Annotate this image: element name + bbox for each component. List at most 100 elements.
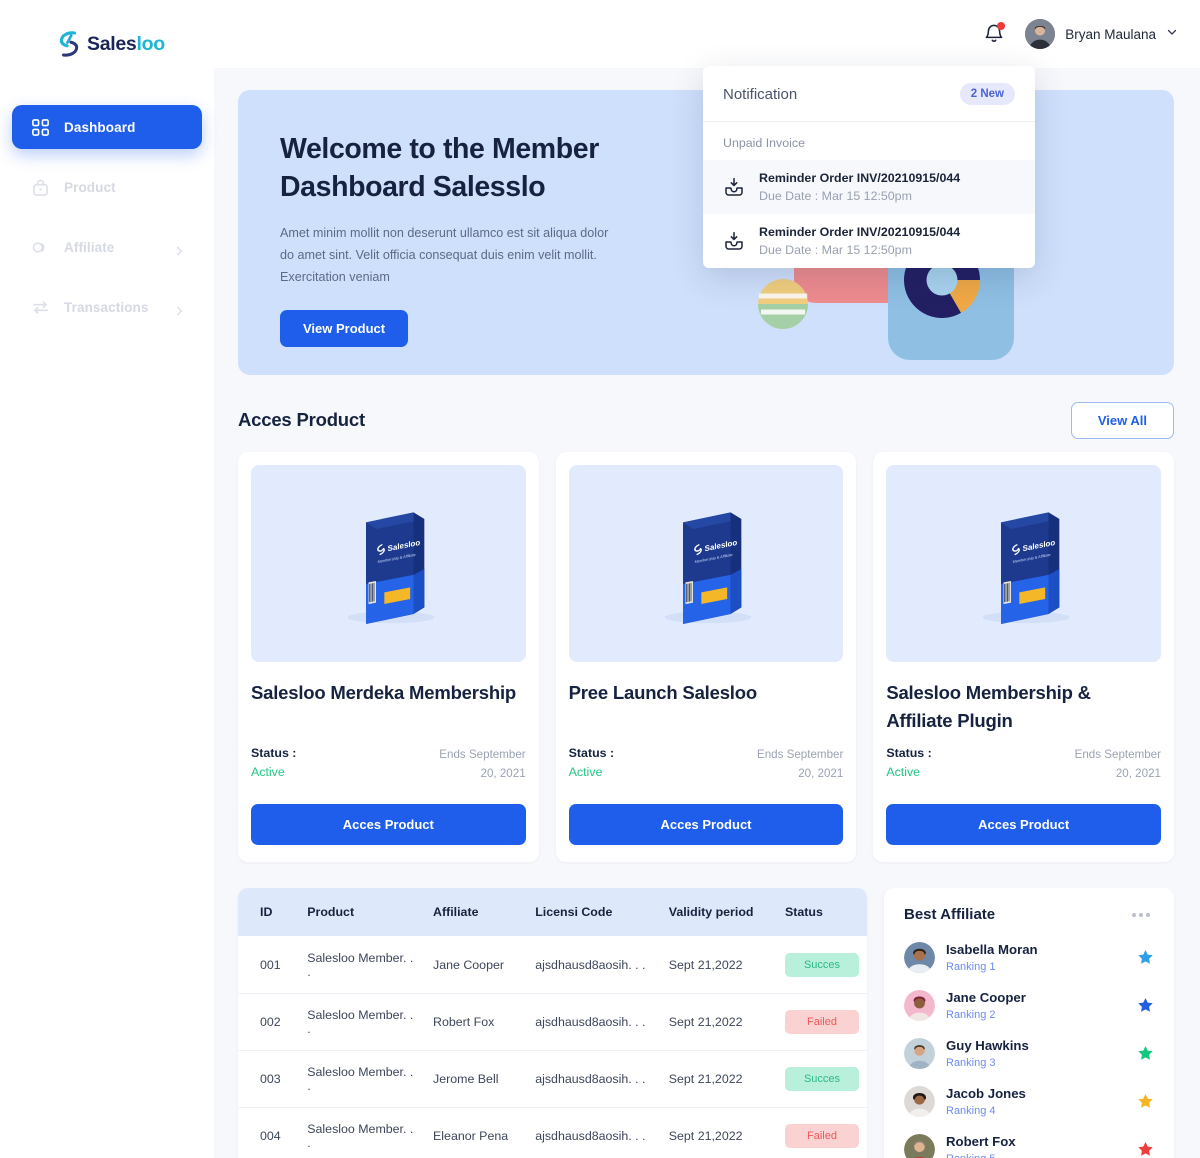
sidebar-item-label: Dashboard [64,119,136,135]
list-item[interactable]: Jane Cooper Ranking 2 [904,981,1154,1029]
product-card[interactable]: Salesloo Membership & Affiliate Salesloo… [873,452,1174,863]
notification-item[interactable]: Reminder Order INV/20210915/044 Due Date… [703,214,1035,268]
status-badge: Failed [785,1123,859,1148]
status-label: Status : [251,746,297,760]
product-card[interactable]: Salesloo Membership & Affiliate Pree Lau… [555,452,857,863]
star-icon [1137,949,1154,966]
product-title: Salesloo Membership & Affiliate Plugin [886,682,1091,732]
acces-product-button[interactable]: Acces Product [251,804,526,846]
transactions-table-panel: ID Product Affiliate Licensi Code Validi… [238,888,867,1158]
page-title: Acces Product [238,409,365,430]
topbar: Bryan Maulana [214,0,1200,68]
affiliate-name: Jacob Jones [946,1086,1026,1102]
affiliate-name: Isabella Moran [946,942,1038,958]
affiliate-name: Jane Cooper [946,990,1026,1006]
transactions-icon [30,297,50,317]
cell-product: Salesloo Member. . . [307,1007,414,1036]
list-item[interactable]: Robert Fox Ranking 5 [904,1125,1154,1158]
banner-body-text: Amet minim mollit non deserunt ullamco e… [280,226,609,284]
sidebar: Salesloo Dashboard Product Affiliate Tra… [0,0,214,1158]
list-item[interactable]: Isabella Moran Ranking 1 [904,933,1154,981]
product-meta: Status : Active Ends September 20, 2021 [569,746,844,783]
user-menu[interactable]: Bryan Maulana [1025,19,1178,49]
product-end-date: Ends September 20, 2021 [756,748,844,780]
notification-item[interactable]: Reminder Order INV/20210915/044 Due Date… [703,160,1035,214]
table-row[interactable]: 004 Salesloo Member. . . Eleanor Pena aj… [238,1107,867,1158]
notification-title: Notification [723,85,798,103]
product-end-date: Ends September 20, 2021 [1074,748,1161,780]
table-row[interactable]: 001 Salesloo Member. . . Jane Cooper ajs… [238,936,867,994]
salesloo-box-product-image: Salesloo Membership & Affiliate [251,465,526,662]
avatar [904,1085,935,1117]
status-badge: Failed [785,1009,859,1034]
notification-item-text: Reminder Order INV/20210915/044 Due Date… [759,171,960,203]
avatar [904,1037,935,1069]
affiliate-name: Guy Hawkins [946,1038,1029,1054]
view-product-button[interactable]: View Product [280,310,409,348]
notification-item-subtitle: Due Date : Mar 15 12:50pm [759,243,912,257]
star-icon [1137,1093,1154,1110]
sidebar-item-transactions[interactable]: Transactions [12,285,202,329]
more-options-icon[interactable] [1128,909,1154,921]
notifications-bell-button[interactable] [981,21,1007,47]
product-end-date: Ends September 20, 2021 [439,748,526,780]
cell-id: 004 [260,1128,281,1143]
sidebar-item-product[interactable]: Product [12,165,202,209]
notification-item-text: Reminder Order INV/20210915/044 Due Date… [759,225,960,257]
sidebar-item-label: Transactions [64,299,149,315]
status-badge: Active [568,765,603,779]
sidebar-item-label: Product [64,179,116,195]
cell-licensi-code: ajsdhausd8aosih. . . [535,1071,646,1086]
column-header-id: ID [260,905,273,920]
affiliate-info: Isabella Moran Ranking 1 [946,942,1126,973]
product-card[interactable]: Salesloo Membership & Affiliate Salesloo… [238,452,539,863]
notification-count-badge: 2 New [959,83,1015,105]
column-header-validity-period: Validity period [668,905,754,920]
cell-affiliate: Eleanor Pena [433,1128,509,1143]
brand-name: Salesloo [87,33,165,56]
cell-product: Salesloo Member. . . [307,1064,414,1093]
table-row[interactable]: 002 Salesloo Member. . . Robert Fox ajsd… [238,993,867,1051]
star-icon [1137,1045,1154,1062]
product-meta: Status : Active Ends September 20, 2021 [251,746,526,783]
list-item[interactable]: Guy Hawkins Ranking 3 [904,1029,1154,1077]
cell-validity: Sept 21,2022 [668,1071,743,1086]
bottom-row: ID Product Affiliate Licensi Code Validi… [238,888,1174,1158]
cell-affiliate: Jane Cooper [433,957,504,972]
sidebar-item-dashboard[interactable]: Dashboard [12,105,202,149]
chevron-down-icon[interactable] [1166,25,1178,43]
inbox-download-icon [723,176,745,198]
cell-licensi-code: ajsdhausd8aosih. . . [535,957,646,972]
affiliate-ranking: Ranking 2 [946,1008,996,1021]
product-cards: Salesloo Membership & Affiliate Salesloo… [238,452,1174,863]
status-label: Status : [886,746,932,761]
brand-logo[interactable]: Salesloo [0,0,214,68]
table-header-row: ID Product Affiliate Licensi Code Validi… [238,888,867,937]
cell-affiliate: Robert Fox [433,1014,495,1029]
cell-licensi-code: ajsdhausd8aosih. . . [535,1014,646,1029]
notification-item-title: Reminder Order INV/20210915/044 [759,171,961,185]
sidebar-item-affiliate[interactable]: Affiliate [12,225,202,269]
affiliate-ranking: Ranking 5 [946,1153,1126,1158]
table-row[interactable]: 003 Salesloo Member. . . Jerome Bell ajs… [238,1050,867,1108]
star-icon [1137,1141,1154,1158]
view-all-button[interactable]: View All [1070,401,1174,439]
list-item[interactable]: Jacob Jones Ranking 4 [904,1077,1154,1125]
affiliate-info: Jacob Jones Ranking 4 [946,1086,1126,1117]
status-label: Status : [568,746,615,760]
sidebar-nav: Dashboard Product Affiliate Transactions [0,105,214,329]
product-title: Salesloo Merdeka Membership [251,682,516,703]
notification-item-title: Reminder Order INV/20210915/044 [759,225,961,239]
affiliate-info: Jane Cooper Ranking 2 [946,990,1126,1021]
cell-validity: Sept 21,2022 [668,957,743,972]
best-affiliate-panel: Best Affiliate Isabella Moran Ranking 1 [884,888,1174,1158]
notification-item-subtitle: Due Date : Mar 15 12:50pm [759,189,912,203]
acces-product-button[interactable]: Acces Product [886,804,1161,846]
column-header-affiliate: Affiliate [433,905,479,920]
salesloo-swirl-icon [58,31,80,57]
avatar [904,941,935,973]
sidebar-item-label: Affiliate [64,239,115,255]
brand-name-primary: Sales [87,32,137,55]
best-affiliate-header: Best Affiliate [904,906,1154,923]
acces-product-button[interactable]: Acces Product [568,804,844,846]
